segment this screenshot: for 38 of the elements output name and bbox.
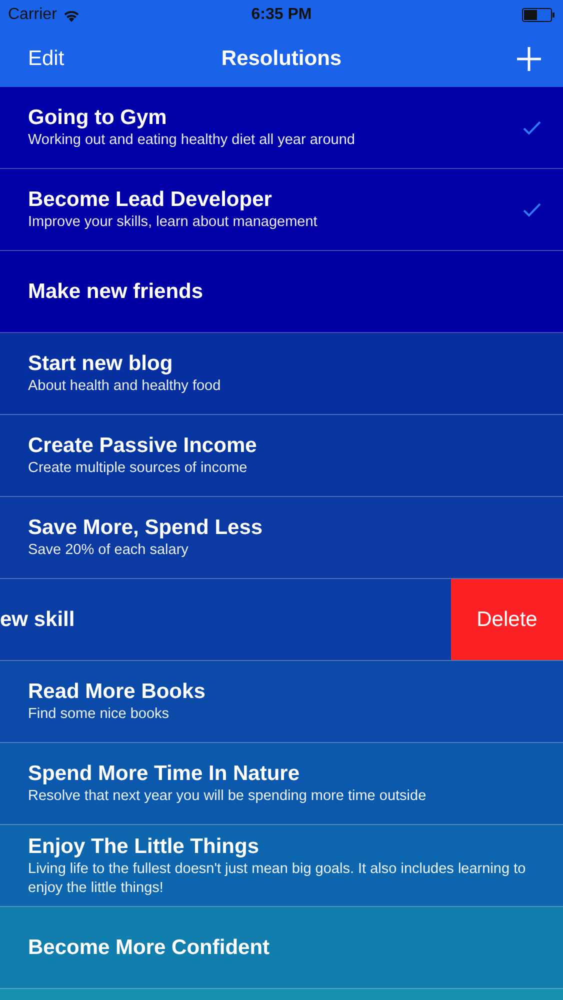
status-time: 6:35 PM: [251, 6, 312, 24]
list-row[interactable]: Become More Confident: [0, 907, 563, 989]
list-row[interactable]: Save More, Spend Less Save 20% of each salary: [0, 497, 563, 579]
row-subtitle: Living life to the fullest doesn't just mean big goals. It also includes learning to enjoy the little things!: [28, 860, 527, 898]
row-title: Make new friends: [28, 278, 204, 304]
row-title: Become Lead Developer: [28, 187, 273, 213]
row-subtitle: Working out and eating healthy diet all year around: [28, 131, 356, 150]
row-title: Enjoy The Little Things: [28, 834, 260, 860]
nav-title: Resolutions: [221, 46, 342, 70]
battery-icon: [522, 8, 555, 22]
wifi-icon: [62, 8, 80, 22]
list-row[interactable]: ew skill Delete: [0, 579, 563, 661]
row-title: ew skill: [0, 606, 76, 632]
row-title: Save More, Spend Less: [28, 515, 264, 541]
list-row[interactable]: Start new blog About health and healthy food: [0, 333, 563, 415]
row-subtitle: Create multiple sources of income: [28, 459, 248, 478]
list-row[interactable]: Going to Gym Working out and eating healthy diet all year around: [0, 87, 563, 169]
list-row[interactable]: Create Passive Income Create multiple sources of income: [0, 415, 563, 497]
delete-button[interactable]: Delete: [451, 579, 563, 660]
row-title: Read More Books: [28, 679, 206, 705]
row-subtitle: Resolve that next year you will be spending more time outside: [28, 787, 428, 806]
list-row[interactable]: Enjoy The Little Things Living life to the fullest doesn't just mean big goals. It also includes learning to enjoy the little things!: [0, 825, 563, 907]
list-row[interactable]: Make new friends: [0, 251, 563, 333]
carrier-name: Carrier: [8, 6, 57, 24]
row-subtitle: Find some nice books: [28, 705, 170, 724]
row-subtitle: Save 20% of each salary: [28, 541, 190, 560]
edit-button[interactable]: Edit: [28, 46, 64, 70]
row-subtitle: About health and healthy food: [28, 377, 222, 396]
row-title: Become More Confident: [28, 934, 271, 960]
row-title: Create Passive Income: [28, 433, 258, 459]
row-title: Start new blog: [28, 351, 174, 377]
list-row[interactable]: Become Lead Developer Improve your skills, learn about management: [0, 169, 563, 251]
list-row[interactable]: Read More Books Find some nice books: [0, 661, 563, 743]
row-subtitle: Improve your skills, learn about management: [28, 213, 318, 232]
row-title: Spend More Time In Nature: [28, 761, 300, 787]
list-row[interactable]: Spend More Time In Nature Resolve that next year you will be spending more time outside: [0, 743, 563, 825]
add-icon[interactable]: [517, 46, 541, 70]
row-title: Going to Gym: [28, 105, 168, 131]
